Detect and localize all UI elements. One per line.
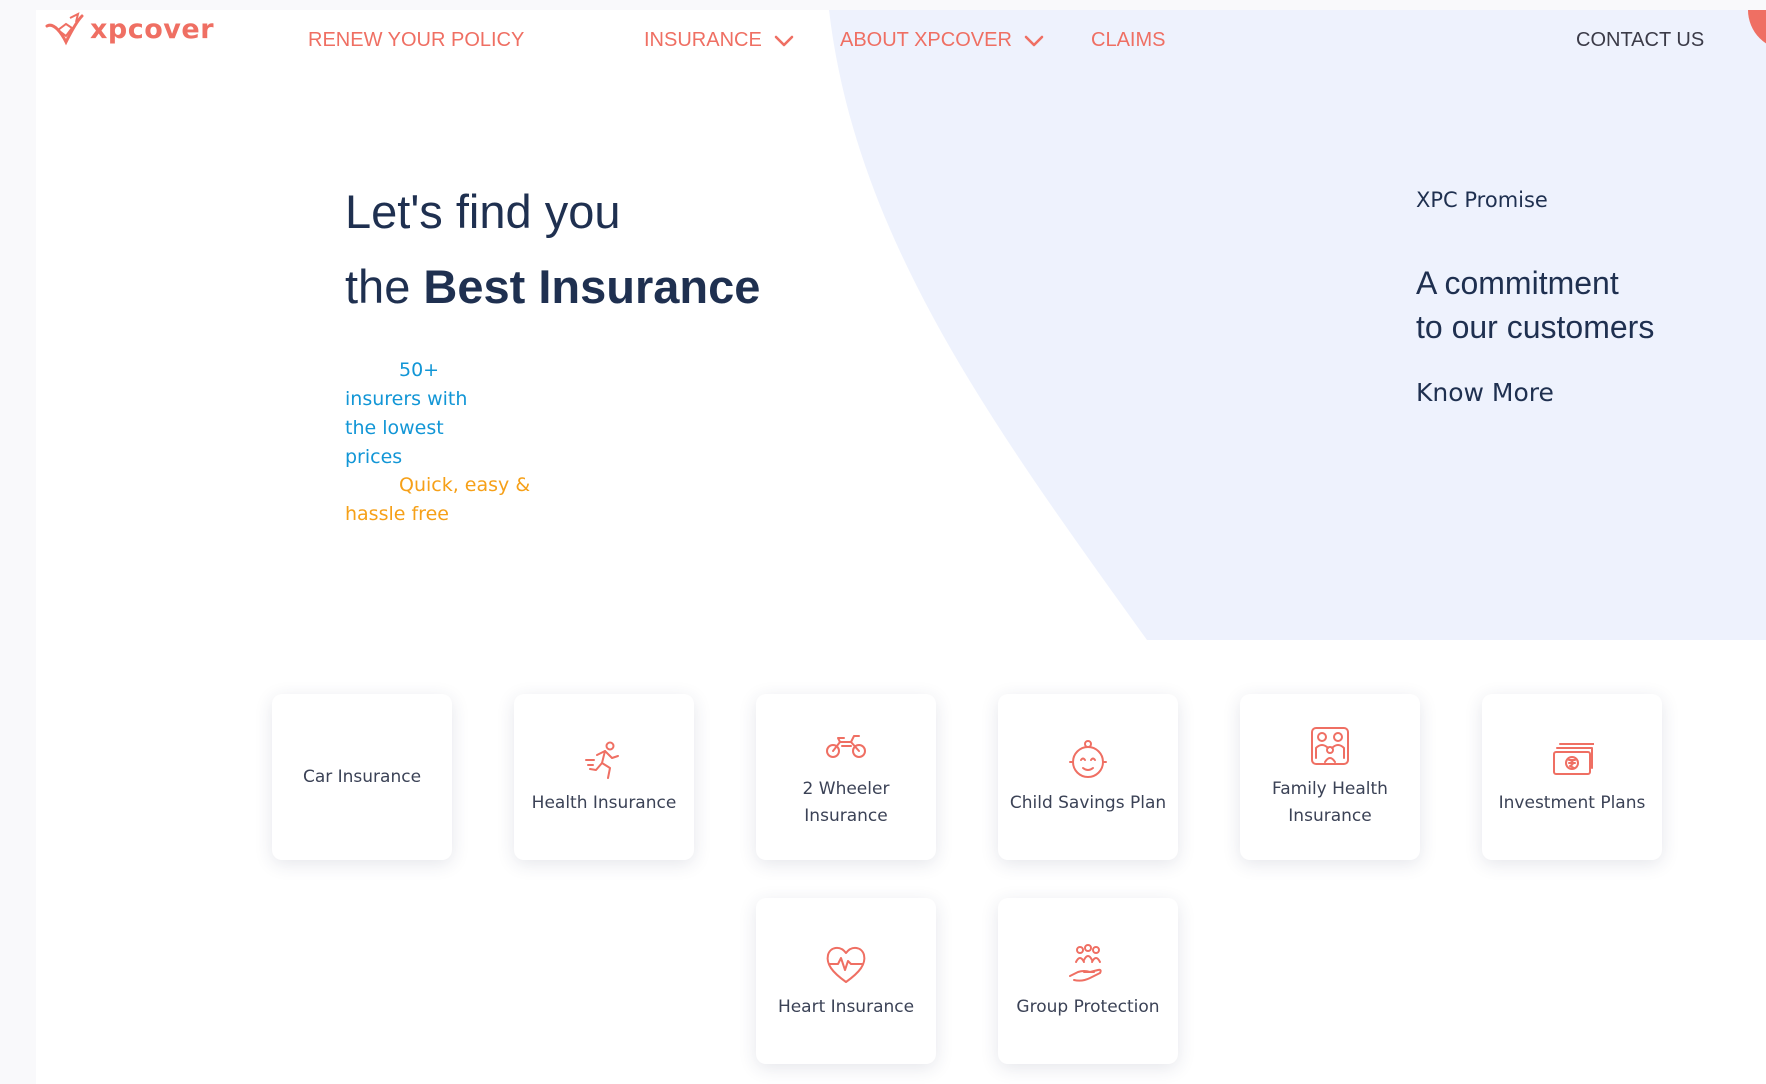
chevron-down-icon: [1024, 35, 1044, 46]
know-more-link[interactable]: Know More: [1416, 378, 1554, 407]
product-label: Investment Plans: [1498, 792, 1646, 813]
nav-claims[interactable]: CLAIMS: [1091, 29, 1165, 52]
brand-logo[interactable]: xpcover: [44, 12, 214, 46]
feature-quick-easy: Quick, easy & hassle free: [345, 471, 545, 529]
product-card-family-health[interactable]: Family Health Insurance: [1240, 694, 1420, 860]
running-person-icon: [585, 741, 619, 779]
hero-heading-bold: Best Insurance: [423, 260, 761, 313]
product-label: Car Insurance: [302, 766, 422, 787]
nav-insurance-label: INSURANCE: [644, 29, 762, 51]
product-card-health[interactable]: Health Insurance: [514, 694, 694, 860]
nav-contact-us[interactable]: CONTACT US: [1576, 29, 1704, 52]
logo-icon: [45, 12, 84, 46]
hero-heading-prefix: the: [345, 260, 424, 313]
hero-heading-line-2: the Best Insurance: [345, 259, 760, 314]
nav-about-label: ABOUT XPCOVER: [840, 29, 1012, 51]
product-card-heart[interactable]: Heart Insurance: [756, 898, 936, 1064]
product-label: Group Protection: [1016, 996, 1160, 1017]
product-card-group-protection[interactable]: Group Protection: [998, 898, 1178, 1064]
group-hand-icon: [1069, 943, 1102, 982]
motorcycle-icon: [826, 735, 866, 758]
product-label: Health Insurance: [531, 792, 677, 813]
page: xpcover RENEW YOUR POLICY INSURANCE ABOU…: [36, 10, 1766, 1084]
feature-quick-easy-text: Quick, easy & hassle free: [345, 474, 531, 525]
promise-subtitle: A commitment to our customers: [1416, 261, 1736, 349]
feature-insurers-text: 50+ insurers with the lowest prices: [345, 359, 468, 468]
nav-claims-label: CLAIMS: [1091, 29, 1166, 51]
nav-about-dropdown[interactable]: ABOUT XPCOVER: [840, 29, 1044, 52]
chevron-down-icon: [774, 35, 794, 46]
product-card-investment[interactable]: Investment Plans: [1482, 694, 1662, 860]
product-card-car[interactable]: Car Insurance: [272, 694, 452, 860]
nav-contact-label: CONTACT US: [1576, 29, 1705, 51]
rupee-notes-icon: [1553, 742, 1594, 775]
product-card-child-savings[interactable]: Child Savings Plan: [998, 694, 1178, 860]
heartbeat-icon: [826, 946, 866, 983]
product-card-two-wheeler[interactable]: 2 Wheeler Insurance: [756, 694, 936, 860]
promise-line-1: A commitment: [1416, 265, 1619, 301]
nav-insurance-dropdown[interactable]: INSURANCE: [644, 29, 794, 52]
brand-name: xpcover: [90, 13, 215, 45]
product-label: Heart Insurance: [777, 996, 915, 1017]
baby-face-icon: [1069, 739, 1107, 778]
product-label: Family Health Insurance: [1272, 779, 1388, 826]
promise-line-2: to our customers: [1416, 309, 1655, 345]
nav-renew-policy-label: RENEW YOUR POLICY: [308, 29, 525, 51]
feature-insurers: 50+ insurers with the lowest prices: [345, 356, 495, 472]
nav-renew-policy[interactable]: RENEW YOUR POLICY: [308, 29, 524, 52]
hero-heading-line-1: Let's find you: [345, 185, 621, 238]
product-label: Child Savings Plan: [1009, 792, 1167, 813]
family-icon: [1311, 727, 1349, 765]
promise-title: XPC Promise: [1416, 188, 1548, 212]
product-label: 2 Wheeler Insurance: [802, 779, 890, 826]
